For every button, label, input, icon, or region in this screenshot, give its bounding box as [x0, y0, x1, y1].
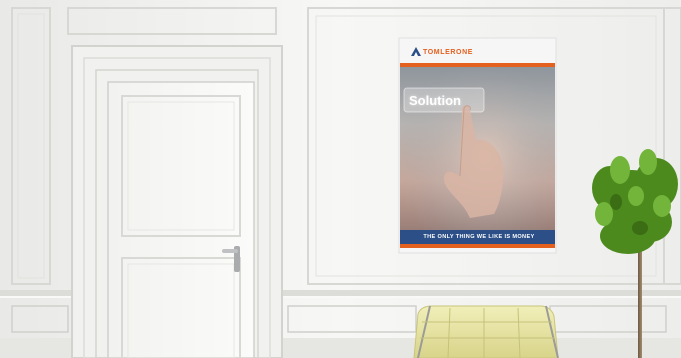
poster-orange-stripe: [400, 63, 555, 67]
poster-brand-name: TOMLERONE: [423, 49, 473, 56]
poster: [398, 37, 557, 254]
poster-headline: Solution: [409, 93, 461, 108]
poster-tagline: THE ONLY THING WE LIKE IS MONEY: [423, 234, 535, 240]
barcelona-chair: [413, 305, 559, 358]
door: [71, 45, 283, 358]
room-scene: [0, 0, 681, 358]
